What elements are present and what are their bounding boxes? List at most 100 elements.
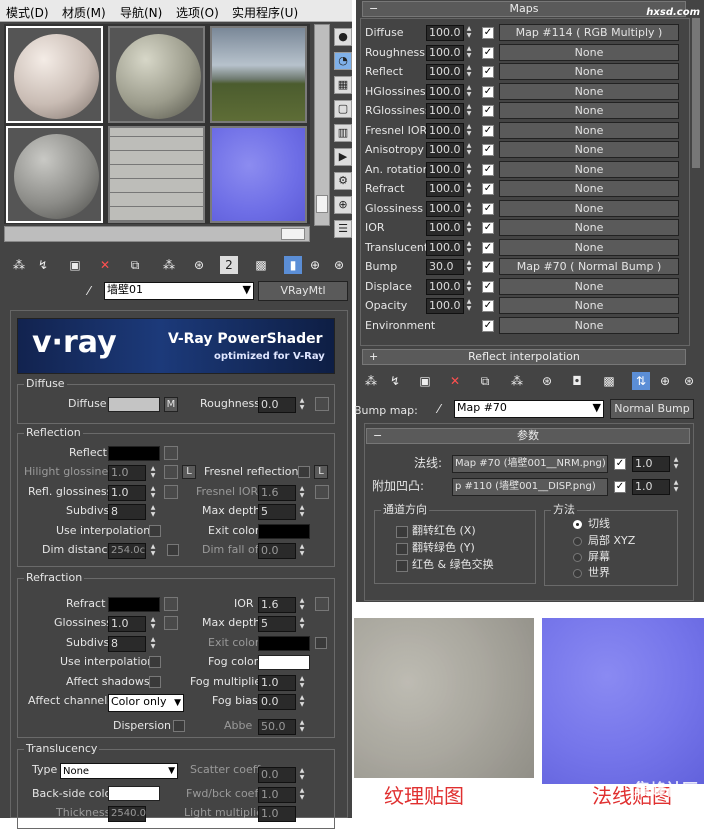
assign-to-selection-icon[interactable]: ▣: [416, 372, 434, 390]
dim-falloff-field[interactable]: 0.0: [258, 543, 296, 559]
flip-red-checkbox[interactable]: [396, 526, 408, 538]
get-material-icon[interactable]: ⁂: [10, 256, 28, 274]
reset-map-icon[interactable]: ✕: [446, 372, 464, 390]
fwd-bck-coeff-field[interactable]: 1.0: [258, 787, 296, 803]
sample-slot-bricks[interactable]: [108, 126, 205, 223]
ior-map-button[interactable]: [315, 597, 329, 611]
video-color-check-icon[interactable]: ▥: [334, 124, 352, 142]
back-side-color-swatch[interactable]: [108, 786, 160, 801]
background-icon[interactable]: ▦: [334, 76, 352, 94]
reflect-color-swatch[interactable]: [108, 446, 160, 461]
uv-tiling-icon[interactable]: ▢: [334, 100, 352, 118]
sample-slot[interactable]: [6, 26, 103, 123]
dim-falloff-spinner[interactable]: ▲ ▼: [297, 543, 307, 559]
dim-distance-checkbox[interactable]: [167, 544, 179, 556]
assign-to-selection-icon[interactable]: ▣: [66, 256, 84, 274]
map-amount-field[interactable]: 100.0: [426, 83, 464, 100]
translucency-type-dropdown[interactable]: None ▼: [60, 763, 178, 779]
map-amount-field[interactable]: 100.0: [426, 278, 464, 295]
max-depth-spinner[interactable]: ▲ ▼: [297, 504, 307, 520]
material-type-button[interactable]: VRayMtl: [258, 281, 348, 301]
light-multiplier-field[interactable]: 1.0: [258, 806, 296, 822]
fog-color-swatch[interactable]: [258, 655, 310, 670]
refl-gloss-map-button[interactable]: [164, 485, 178, 499]
map-enabled-checkbox[interactable]: ✓: [482, 46, 494, 59]
material-name-field[interactable]: 墙壁01 ▼: [104, 282, 254, 300]
scatter-coeff-spinner[interactable]: ▲ ▼: [297, 767, 307, 783]
show-end-result-icon[interactable]: ⇅: [632, 372, 650, 390]
diffuse-map-button[interactable]: M: [164, 397, 178, 412]
affect-channels-dropdown[interactable]: Color only ▼: [108, 694, 184, 712]
method-local-xyz-radio[interactable]: [573, 537, 582, 546]
make-unique-icon[interactable]: ⁂: [160, 256, 178, 274]
chevron-down-icon[interactable]: ▼: [243, 283, 251, 297]
material-id-channel-icon[interactable]: 2: [220, 256, 238, 274]
map-enabled-checkbox[interactable]: ✓: [482, 280, 494, 293]
map-slot-button[interactable]: Map #70 ( Normal Bump ): [499, 258, 679, 275]
map-amount-field[interactable]: 100.0: [426, 298, 464, 314]
normal-amount-spinner[interactable]: ▲ ▼: [671, 456, 681, 472]
get-material-icon[interactable]: ⁂: [362, 372, 380, 390]
map-enabled-checkbox[interactable]: ✓: [482, 124, 494, 137]
make-unique-icon[interactable]: ⁂: [508, 372, 526, 390]
maps-scrollbar[interactable]: [692, 18, 700, 168]
map-slot-button[interactable]: None: [499, 102, 679, 119]
fresnel-lock-button[interactable]: L: [314, 465, 328, 479]
menu-navigation[interactable]: 导航(N): [120, 4, 162, 21]
thickness-field[interactable]: 2540.0: [108, 806, 146, 822]
hilight-lock-button[interactable]: L: [182, 465, 196, 479]
map-amount-spinner[interactable]: ▲ ▼: [464, 142, 474, 158]
menu-mode[interactable]: 模式(D): [6, 4, 49, 21]
map-enabled-checkbox[interactable]: ✓: [482, 261, 494, 273]
exit-color-swatch[interactable]: [258, 524, 310, 539]
menu-utilities[interactable]: 实用程序(U): [232, 4, 298, 21]
map-enabled-checkbox[interactable]: ✓: [482, 319, 494, 332]
map-slot-button[interactable]: None: [499, 180, 679, 197]
reflect-interpolation-rollout[interactable]: + Reflect interpolation: [362, 349, 686, 365]
sample-slot[interactable]: [108, 26, 205, 123]
make-preview-icon[interactable]: ▶: [334, 148, 352, 166]
fresnel-ior-field[interactable]: 1.6: [258, 485, 296, 501]
additional-bump-amount-field[interactable]: 1.0: [632, 479, 670, 495]
refract-map-button[interactable]: [164, 597, 178, 611]
map-amount-field[interactable]: 100.0: [426, 239, 464, 256]
affect-shadows-checkbox[interactable]: [149, 676, 161, 688]
map-slot-button[interactable]: None: [499, 199, 679, 217]
sample-slot-landscape[interactable]: [210, 26, 307, 123]
refr-use-interpolation-checkbox[interactable]: [149, 656, 161, 668]
map-amount-spinner[interactable]: ▲ ▼: [464, 259, 474, 275]
map-slot-button[interactable]: None: [499, 82, 679, 100]
map-amount-field[interactable]: 30.0: [426, 259, 464, 275]
map-amount-spinner[interactable]: ▲ ▼: [464, 220, 474, 236]
make-copy-icon[interactable]: ⧉: [126, 256, 144, 274]
abbe-field[interactable]: 50.0: [258, 719, 296, 735]
map-slot-button[interactable]: None: [499, 238, 679, 256]
dispersion-checkbox[interactable]: [173, 720, 185, 732]
ior-field[interactable]: 1.6: [258, 597, 296, 613]
bump-map-type-button[interactable]: Normal Bump: [610, 399, 694, 419]
normal-amount-field[interactable]: 1.0: [632, 456, 670, 472]
additional-bump-checkbox[interactable]: ✓: [614, 481, 626, 493]
go-forward-to-sibling-icon[interactable]: ⊛: [330, 256, 348, 274]
refr-max-depth-spinner[interactable]: ▲ ▼: [297, 616, 307, 632]
show-map-in-viewport-icon[interactable]: ▩: [600, 372, 618, 390]
reflect-map-button[interactable]: [164, 446, 178, 460]
eyedropper-icon[interactable]: ⁄: [80, 282, 98, 300]
map-amount-field[interactable]: 100.0: [426, 103, 464, 119]
map-amount-field[interactable]: 100.0: [426, 64, 464, 80]
map-amount-spinner[interactable]: ▲ ▼: [464, 123, 474, 139]
bump-map-name-field[interactable]: Map #70 ▼: [454, 400, 604, 418]
put-to-library-icon[interactable]: ⊛: [538, 372, 556, 390]
go-to-parent-icon[interactable]: ⊕: [656, 372, 674, 390]
map-amount-spinner[interactable]: ▲ ▼: [464, 64, 474, 80]
roughness-field[interactable]: 0.0: [258, 397, 296, 413]
map-amount-spinner[interactable]: ▲ ▼: [464, 201, 474, 217]
sample-slot-normal-map[interactable]: [210, 126, 307, 223]
backlight-icon[interactable]: ◔: [334, 52, 352, 70]
map-amount-spinner[interactable]: ▲ ▼: [464, 25, 474, 41]
dim-distance-spinner[interactable]: ▲ ▼: [148, 543, 158, 559]
map-amount-field[interactable]: 100.0: [426, 44, 464, 61]
scroll-thumb[interactable]: [316, 195, 328, 213]
map-amount-field[interactable]: 100.0: [426, 200, 464, 217]
refl-glossiness-spinner[interactable]: ▲ ▼: [148, 485, 158, 501]
